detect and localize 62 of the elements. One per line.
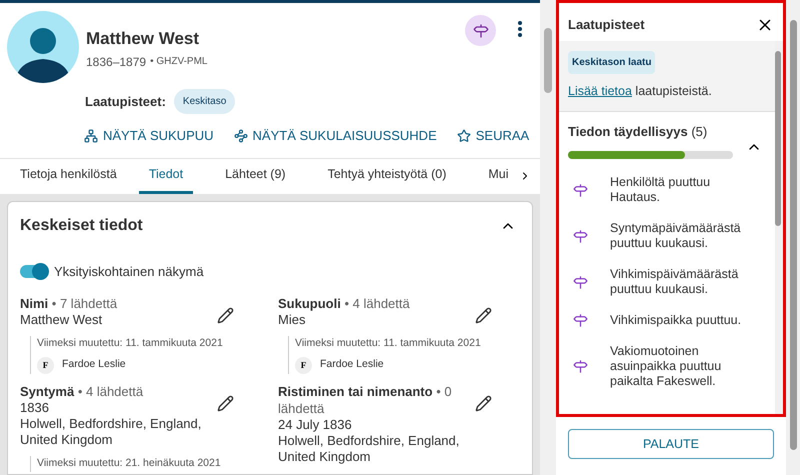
field-value: 24 July 1836 bbox=[278, 416, 353, 433]
missing-info-text[interactable]: Syntymäpäivämäärästä puuttuu kuukausi. bbox=[610, 221, 761, 252]
tab[interactable]: Lähteet (9) bbox=[215, 158, 296, 194]
last-changed-text: Viimeksi muutettu: 11. tammikuuta 2021 bbox=[37, 336, 224, 351]
quality-button[interactable] bbox=[465, 15, 496, 46]
scrollbar-thumb[interactable] bbox=[544, 28, 552, 93]
pencil-icon bbox=[475, 307, 492, 324]
field-value: Holwell, Bedfordshire, England, United Kingdom bbox=[278, 432, 460, 465]
tab[interactable]: Tietoja henkilöstä bbox=[10, 158, 127, 194]
field-value: 1836 bbox=[20, 400, 50, 416]
quality-label: Laatupisteet: bbox=[85, 92, 166, 111]
contributor-avatar: F bbox=[295, 356, 312, 374]
signpost-icon bbox=[573, 182, 588, 198]
field-label: Sukupuoli • 4 lähdettä bbox=[278, 295, 411, 312]
action-link[interactable]: NÄYTÄ SUKUPUU bbox=[84, 126, 214, 146]
panel-title: Laatupisteet bbox=[568, 16, 645, 34]
feedback-button[interactable]: PALAUTE bbox=[568, 429, 774, 459]
quality-badge: Keskitaso bbox=[174, 89, 236, 114]
signpost-icon bbox=[573, 274, 588, 290]
tree-icon bbox=[84, 128, 98, 143]
missing-info-text[interactable]: Henkilöltä puuttuu Hautaus. bbox=[610, 175, 761, 206]
card-title: Keskeiset tiedot bbox=[20, 216, 143, 236]
contributor-avatar: F bbox=[37, 356, 54, 374]
contributor-link[interactable]: Fardoe Leslie bbox=[320, 357, 384, 374]
more-menu-button[interactable] bbox=[518, 21, 522, 37]
signpost-icon bbox=[472, 22, 488, 38]
missing-info-text[interactable]: Vihkimispaikka puuttuu. bbox=[610, 313, 742, 328]
scrollbar-thumb[interactable] bbox=[790, 20, 796, 450]
missing-info-text[interactable]: Vihkimispäivämäärästä puuttuu kuukausi. bbox=[610, 267, 761, 298]
signpost-icon bbox=[573, 228, 588, 244]
info-sentence: Lisää tietoa laatupisteistä. bbox=[568, 83, 712, 100]
info-link[interactable]: Lisää tietoa bbox=[568, 84, 632, 98]
person-id: • GHZV-PML bbox=[150, 55, 208, 69]
missing-info-text[interactable]: Vakiomuotoinen asuinpaikka puuttuu paikalta Fakeswell. bbox=[610, 344, 761, 390]
action-link[interactable]: NÄYTÄ SUKULAISUUSSUHDE bbox=[234, 126, 437, 146]
pencil-icon bbox=[475, 394, 492, 412]
person-name: Matthew West bbox=[86, 28, 200, 50]
signpost-icon bbox=[573, 359, 588, 374]
scrollbar-thumb[interactable] bbox=[775, 51, 781, 226]
last-changed-text: Viimeksi muutettu: 21. heinäkuuta 2021 bbox=[37, 456, 222, 471]
pencil-icon bbox=[217, 307, 234, 324]
more-icon bbox=[518, 21, 522, 37]
tab[interactable]: Tehtyä yhteistyötä (0) bbox=[318, 158, 456, 194]
tab[interactable]: Mui bbox=[478, 158, 519, 194]
field-label: Syntymä • 4 lähdettä bbox=[20, 382, 144, 400]
pencil-icon bbox=[217, 394, 234, 412]
relation-icon bbox=[234, 128, 248, 143]
field-label: Ristiminen tai nimenanto • 0 lähdettä bbox=[278, 382, 453, 417]
field-value: Holwell, Bedfordshire, England, United Kingdom bbox=[20, 416, 202, 448]
toggle-label: Yksityiskohtainen näkymä bbox=[54, 262, 204, 281]
life-years: 1836–1879 bbox=[86, 54, 146, 70]
star-icon bbox=[456, 128, 471, 143]
signpost-icon bbox=[573, 313, 588, 328]
field-value: Matthew West bbox=[20, 312, 104, 328]
last-changed-text: Viimeksi muutettu: 11. tammikuuta 2021 bbox=[295, 336, 482, 351]
section-title: Tiedon täydellisyys (5) bbox=[568, 122, 708, 141]
action-link[interactable]: SEURAA bbox=[456, 126, 530, 146]
field-label: Nimi • 7 lähdettä bbox=[20, 295, 118, 312]
contributor-link[interactable]: Fardoe Leslie bbox=[62, 357, 126, 374]
field-value: Mies bbox=[278, 312, 306, 328]
toggle-switch[interactable] bbox=[20, 264, 48, 278]
quality-badge: Keskitason laatu bbox=[568, 51, 656, 74]
